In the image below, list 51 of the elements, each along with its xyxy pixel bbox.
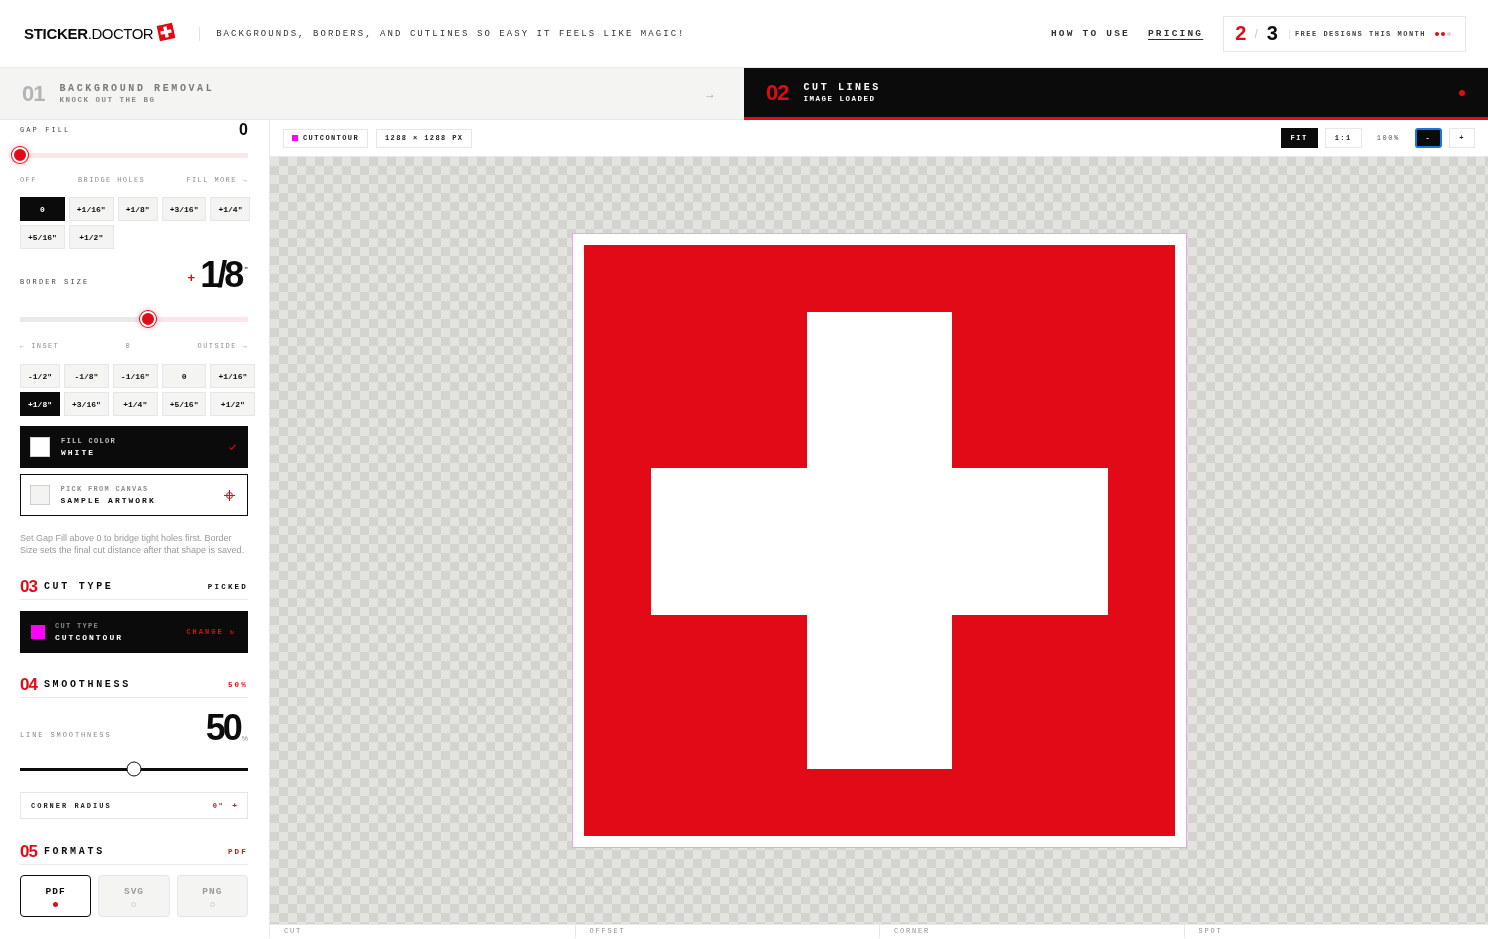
format-option[interactable]: PDF [20, 875, 92, 917]
preset-button[interactable]: -1/2" [20, 364, 60, 388]
inch-unit: " [244, 265, 248, 274]
plus-sign: + [187, 270, 196, 285]
step-number: 01 [22, 80, 45, 107]
preset-button[interactable]: -1/8" [64, 364, 109, 388]
step-title: BACKGROUND REMOVAL [59, 83, 215, 94]
preset-button[interactable]: +1/4" [210, 197, 251, 221]
preset-button[interactable]: +1/2" [68, 225, 114, 249]
preset-button[interactable]: -1/16" [112, 364, 158, 388]
gap-fill-value: 0 [239, 121, 248, 139]
preset-button[interactable]: 0 [161, 364, 207, 388]
section-number: 03 [20, 576, 37, 597]
smoothness-value: 50 [205, 712, 240, 743]
step-title: CUT LINES [803, 82, 881, 93]
preset-button[interactable]: +1/8" [20, 392, 60, 416]
crosshair-icon [224, 489, 235, 501]
card-value: SAMPLE ARTWORK [60, 495, 156, 506]
section-title: CUT TYPE [43, 581, 114, 592]
quota-total-count: 3 [1266, 22, 1277, 45]
slider-thumb[interactable] [126, 761, 142, 777]
status-dot-icon [1459, 89, 1465, 96]
add-button[interactable]: + [232, 801, 237, 810]
preset-button[interactable]: +5/16" [20, 225, 65, 249]
logo-wordmark: STICKER.DOCTOR [24, 25, 154, 42]
preset-button[interactable]: +1/8" [117, 197, 158, 221]
radio-dot-icon [53, 901, 59, 907]
preset-button[interactable]: +5/16" [161, 392, 207, 416]
preset-button[interactable]: +1/16" [68, 197, 114, 221]
nav-link[interactable]: HOW TO USE [1050, 28, 1130, 39]
preset-button[interactable]: +3/16" [64, 392, 109, 416]
border-size-value: 1/8 [200, 259, 242, 290]
card-value: WHITE [61, 447, 96, 458]
nav-link[interactable]: PRICING [1147, 28, 1204, 39]
preset-button[interactable]: +3/16" [161, 197, 207, 221]
preset-button[interactable]: +1/4" [112, 392, 158, 416]
next-arrow: → [704, 86, 716, 101]
check-icon [229, 444, 236, 450]
quota-used-count: 2 [1235, 22, 1246, 45]
section-number: 05 [20, 841, 37, 862]
help-text: Set Gap Fill above 0 to bridge tight holes first. Border Size sets the final cut distance after that shape is saved. [20, 533, 246, 556]
section-title: SMOOTHNESS [43, 679, 131, 690]
preset-button[interactable]: +1/2" [210, 392, 256, 416]
step-number: 02 [766, 79, 789, 106]
card-value: CUTCONTOUR [55, 632, 123, 643]
quota-separator: / [1254, 26, 1258, 41]
preset-button[interactable]: 0 [20, 197, 65, 221]
section-number: 04 [20, 674, 37, 695]
section-title: FORMATS [43, 846, 105, 857]
preset-button[interactable]: +1/16" [210, 364, 256, 388]
tagline: BACKGROUNDS, BORDERS, AND CUTLINES SO EASY IT FEELS LIKE MAGIC! [216, 28, 686, 39]
